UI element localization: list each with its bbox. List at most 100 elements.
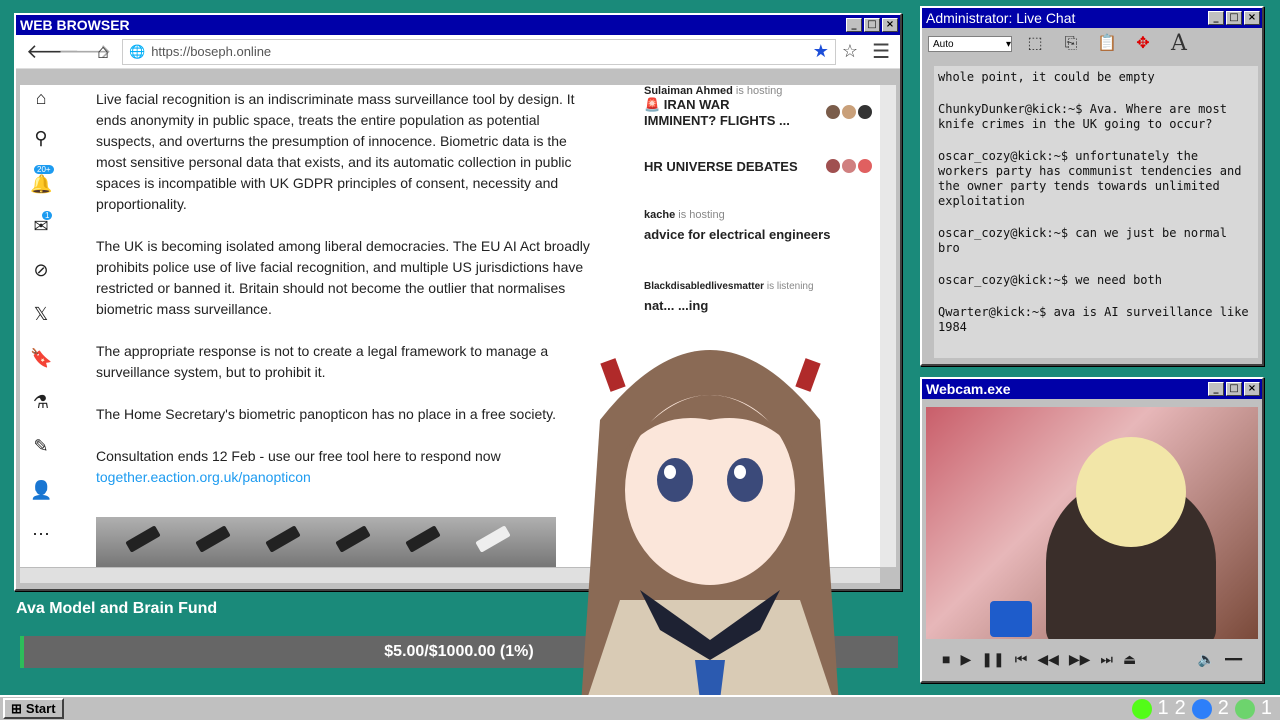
x-icon[interactable]: 𝕏: [30, 303, 52, 325]
bookmarks-icon[interactable]: 🔖: [30, 347, 52, 369]
profile-icon[interactable]: 👤: [30, 479, 52, 501]
tray-count: 1: [1260, 697, 1272, 719]
move-icon[interactable]: ✥: [1130, 32, 1156, 56]
font-size-select[interactable]: Auto ▾: [928, 36, 1012, 52]
browser-title: WEB BROWSER: [20, 17, 130, 33]
cctv-camera: [475, 525, 511, 553]
eject-icon[interactable]: ⏏: [1123, 651, 1136, 668]
tray-count: 2: [1217, 697, 1229, 719]
rewind-icon[interactable]: ◀◀: [1037, 651, 1059, 668]
windows-logo-icon: ⊞: [11, 700, 22, 716]
url-text: https://boseph.online: [151, 44, 272, 59]
chat-toolbar: Auto ▾ ⬚ ⎘ 📋 ✥ A: [922, 28, 1262, 60]
url-field[interactable]: 🌐 https://boseph.online ★: [122, 38, 836, 65]
favorites-icon[interactable]: ☆: [842, 41, 858, 62]
play-circle-icon[interactable]: [1234, 698, 1255, 719]
select-icon[interactable]: ⬚: [1022, 32, 1048, 56]
space-host: kache: [644, 209, 676, 221]
address-bar: 🡐 🡒 ⌂ 🌐 https://boseph.online ★ ☆ ☰: [16, 35, 900, 69]
mug: [990, 601, 1032, 637]
cctv-camera: [405, 525, 441, 553]
space-title: advice for electrical engineers: [644, 227, 831, 242]
webcam-title: Webcam.exe: [926, 381, 1011, 397]
post-body: Live facial recognition is an indiscrimi…: [96, 89, 596, 488]
moon-icon[interactable]: [1191, 698, 1212, 719]
chat-title: Administrator: Live Chat: [926, 10, 1076, 26]
avatar: [856, 157, 874, 175]
post-paragraph: Live facial recognition is an indiscrimi…: [96, 91, 575, 212]
webcam-window: Webcam.exe _ □ × ■ ▶ ❚❚ ⏮ ◀◀ ▶▶ ⏭ ⏏ 🔈 ━━: [920, 377, 1264, 683]
cctv-camera: [335, 525, 371, 553]
media-controls: ■ ▶ ❚❚ ⏮ ◀◀ ▶▶ ⏭ ⏏ 🔈 ━━: [926, 643, 1258, 675]
notifications-badge: 20+: [34, 165, 54, 174]
space-item[interactable]: Sulaiman Ahmed is hosting 🚨 IRAN WAR IMM…: [644, 85, 880, 128]
fast-forward-icon[interactable]: ▶▶: [1069, 651, 1091, 668]
volume-slider[interactable]: ━━: [1225, 651, 1242, 668]
kick-icon[interactable]: [1131, 698, 1152, 719]
grok-icon[interactable]: ⊘: [30, 259, 52, 281]
vtuber-avatar: [580, 350, 840, 720]
webcam-feed: [926, 407, 1258, 639]
system-tray: 1 2 2 1: [1131, 697, 1272, 720]
live-chat-window: Administrator: Live Chat _ □ × Auto ▾ ⬚ ⎘…: [920, 6, 1264, 366]
volume-icon[interactable]: 🔈: [1198, 651, 1215, 668]
skip-forward-icon[interactable]: ⏭: [1100, 651, 1113, 668]
globe-icon: 🌐: [129, 43, 146, 59]
taskbar: ⊞ Start 1 2 2 1: [0, 695, 1280, 720]
minimize-button[interactable]: _: [1208, 382, 1224, 396]
maximize-button[interactable]: □: [864, 18, 880, 32]
jobs-icon[interactable]: ⚗: [30, 391, 52, 413]
chevron-down-icon: ▾: [1005, 38, 1011, 50]
webcam-titlebar[interactable]: Webcam.exe _ □ ×: [922, 379, 1262, 399]
skip-back-icon[interactable]: ⏮: [1015, 651, 1028, 668]
bookmark-star-icon[interactable]: ★: [813, 41, 829, 62]
start-label: Start: [25, 701, 56, 716]
chat-message: oscar_cozy@kick:~$ unfortunately the wor…: [938, 149, 1242, 208]
home-nav-icon[interactable]: ⌂: [30, 87, 52, 109]
minimize-button[interactable]: _: [846, 18, 862, 32]
maximize-button[interactable]: □: [1226, 11, 1242, 25]
notifications-icon[interactable]: 🔔: [30, 173, 52, 195]
font-icon[interactable]: A: [1166, 32, 1192, 56]
post-image[interactable]: [96, 517, 556, 567]
fund-label: Ava Model and Brain Fund: [16, 600, 218, 617]
start-button[interactable]: ⊞ Start: [3, 698, 64, 719]
post-paragraph: The Home Secretary's biometric panoptico…: [96, 406, 556, 422]
paste-icon[interactable]: 📋: [1094, 32, 1120, 56]
left-nav-rail: ⌂ ⚲ 🔔 20+ ✉ 1 ⊘ 𝕏 🔖 ⚗ ✎ 👤 ⋯: [20, 85, 62, 567]
space-status: is hosting: [735, 85, 783, 97]
close-button[interactable]: ×: [882, 18, 898, 32]
character-head: [1076, 437, 1186, 547]
browser-titlebar[interactable]: WEB BROWSER _ □ ×: [16, 15, 900, 35]
space-status: is hosting: [678, 209, 725, 221]
post-paragraph: Consultation ends 12 Feb - use our free …: [96, 446, 596, 488]
space-host: Blackdisabledlivesmatter: [644, 281, 765, 292]
play-icon[interactable]: ▶: [960, 651, 971, 668]
copy-icon[interactable]: ⎘: [1058, 32, 1084, 56]
tray-count: 1: [1157, 697, 1169, 719]
minimize-button[interactable]: _: [1208, 11, 1224, 25]
post-paragraph: The appropriate response is not to creat…: [96, 343, 549, 380]
chat-message: Qwarter@kick:~$ ava is AI surveillance l…: [938, 305, 1249, 334]
vertical-scrollbar[interactable]: [880, 85, 896, 567]
pause-icon[interactable]: ❚❚: [981, 651, 1004, 668]
close-button[interactable]: ×: [1244, 382, 1260, 396]
compose-icon[interactable]: ✎: [30, 435, 52, 457]
cctv-camera: [195, 525, 231, 553]
more-icon[interactable]: ⋯: [30, 523, 52, 545]
close-button[interactable]: ×: [1244, 11, 1260, 25]
search-icon[interactable]: ⚲: [30, 127, 52, 149]
home-icon[interactable]: ⌂: [90, 39, 116, 65]
space-item[interactable]: HR UNIVERSE DEBATES: [644, 157, 880, 175]
chat-message: ChunkyDunker@kick:~$ Ava. Where are most…: [938, 102, 1227, 131]
forward-icon[interactable]: 🡒: [58, 39, 112, 65]
campaign-link[interactable]: together.eaction.org.uk/panopticon: [96, 469, 311, 485]
stop-icon[interactable]: ■: [942, 651, 950, 667]
chat-titlebar[interactable]: Administrator: Live Chat _ □ ×: [922, 8, 1262, 28]
back-icon[interactable]: 🡐: [26, 39, 80, 65]
menu-icon[interactable]: ☰: [872, 39, 890, 64]
consultation-text: Consultation ends 12 Feb - use our free …: [96, 448, 501, 464]
space-item[interactable]: kache is hosting advice for electrical e…: [644, 209, 880, 242]
cctv-camera: [265, 525, 301, 553]
maximize-button[interactable]: □: [1226, 382, 1242, 396]
